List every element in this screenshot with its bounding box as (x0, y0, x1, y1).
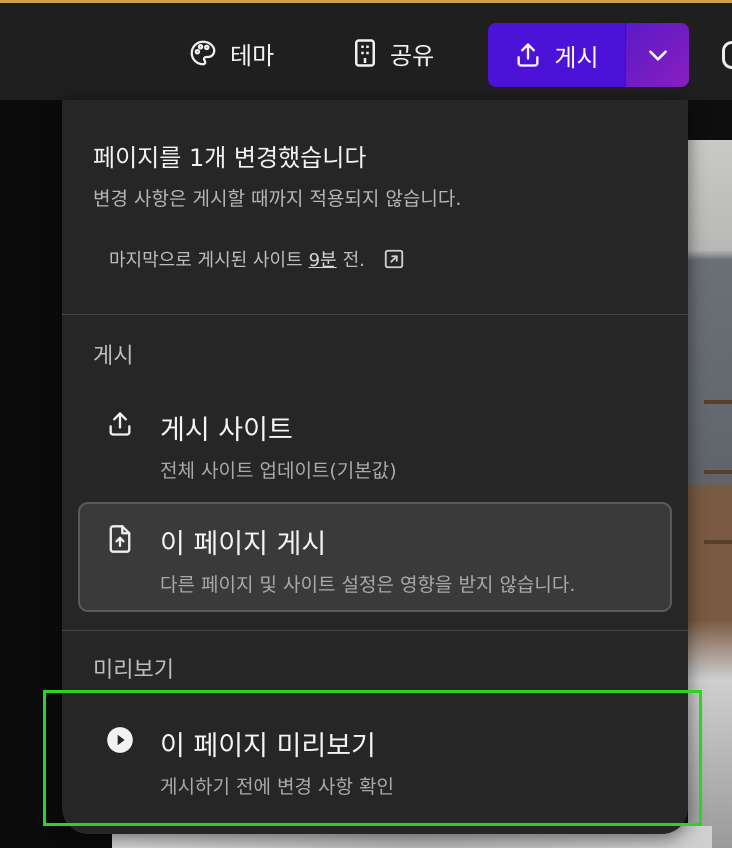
publish-button[interactable]: 게시 (488, 23, 625, 87)
preview-page-label: 이 페이지 미리보기 (160, 731, 376, 762)
publish-page-description: 다른 페이지 및 사이트 설정은 영향을 받지 않습니다. (160, 574, 576, 596)
publish-dropdown-panel: 페이지를 1개 변경했습니다 변경 사항은 게시할 때까지 적용되지 않습니다.… (62, 100, 688, 834)
open-external-icon[interactable] (383, 248, 405, 270)
more-icon[interactable] (722, 41, 732, 69)
publish-page-option[interactable]: 이 페이지 게시 다른 페이지 및 사이트 설정은 영향을 받지 않습니다. (78, 502, 672, 612)
preview-page-option[interactable]: 이 페이지 미리보기 게시하기 전에 변경 사항 확인 (78, 704, 672, 808)
theme-label: 테마 (230, 41, 275, 70)
publish-page-label: 이 페이지 게시 (160, 529, 327, 560)
palette-icon (190, 40, 216, 66)
publish-site-option[interactable]: 게시 사이트 전체 사이트 업데이트(기본값) (78, 390, 672, 490)
publish-site-description: 전체 사이트 업데이트(기본값) (160, 460, 397, 482)
divider (62, 314, 688, 315)
divider (62, 630, 688, 631)
share-label: 공유 (390, 41, 435, 70)
chevron-down-icon (648, 50, 667, 61)
theme-button[interactable]: 테마 (188, 25, 274, 81)
canvas-background-right (688, 100, 732, 848)
upload-icon (517, 43, 539, 67)
publish-options-toggle[interactable] (625, 23, 689, 87)
upload-icon (109, 412, 131, 436)
building-icon (355, 39, 375, 67)
file-upload-icon (109, 525, 131, 553)
last-published-prefix: 마지막으로 게시된 사이트 (109, 250, 303, 271)
share-button[interactable]: 공유 (352, 25, 434, 81)
panel-subtitle: 변경 사항은 게시할 때까지 적용되지 않습니다. (93, 188, 462, 210)
play-circle-icon (107, 727, 133, 753)
last-published-suffix: 전. (342, 250, 365, 271)
last-published-time-link[interactable]: 9분 (309, 246, 337, 272)
panel-title: 페이지를 1개 변경했습니다 (93, 144, 367, 172)
preview-section-label: 미리보기 (93, 658, 174, 683)
editor-toolbar: 테마 공유 게시 (0, 0, 732, 100)
publish-button-group: 게시 (488, 23, 689, 87)
publish-label: 게시 (554, 43, 599, 72)
last-published-info: 마지막으로 게시된 사이트 9분 전. (109, 246, 405, 272)
publish-site-label: 게시 사이트 (160, 415, 293, 446)
preview-page-description: 게시하기 전에 변경 사항 확인 (160, 776, 394, 798)
publish-section-label: 게시 (93, 344, 134, 369)
